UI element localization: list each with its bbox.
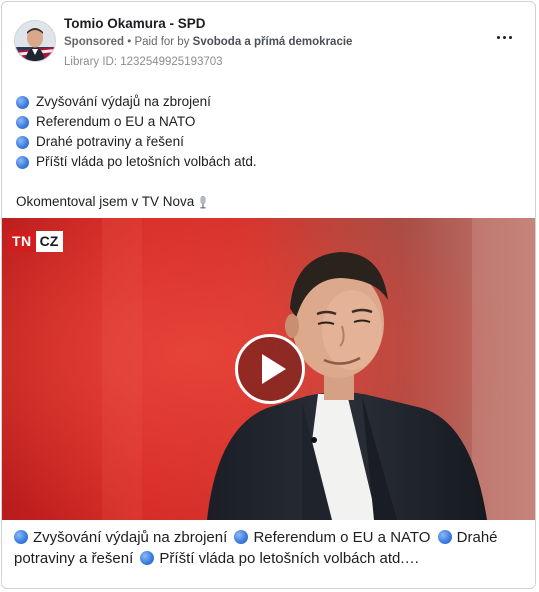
bullet-line: Referendum o EU a NATO (16, 112, 525, 132)
ad-card: Tomio Okamura - SPD Sponsored • Paid for… (1, 1, 536, 589)
blue-circle-icon (16, 155, 29, 169)
paid-for-prefix: • Paid for by (124, 36, 193, 48)
bullet-line: Příští vláda po letošních volbách atd. (16, 152, 525, 172)
microphone-icon (200, 195, 206, 208)
blue-circle-icon (16, 135, 29, 149)
page-avatar[interactable] (14, 20, 56, 62)
tn-cz-logo: TN CZ (8, 231, 64, 252)
bullet-line: Drahé potraviny a řešení (16, 132, 525, 152)
blue-circle-icon (16, 95, 29, 109)
bullet-text: Referendum o EU a NATO (36, 114, 196, 129)
comment-line: Okomentoval jsem v TV Nova (16, 192, 525, 212)
bullet-text: Zvyšování výdajů na zbrojení (36, 94, 211, 109)
caption-text: Příští vláda po letošních volbách atd.… (159, 550, 420, 567)
payer-name[interactable]: Svoboda a přímá demokracie (193, 36, 353, 48)
more-horizontal-icon[interactable] (495, 32, 515, 42)
play-icon (262, 354, 286, 384)
post-header: Tomio Okamura - SPD Sponsored • Paid for… (2, 2, 535, 74)
bullet-line: Zvyšování výdajů na zbrojení (16, 92, 525, 112)
post-body: Zvyšování výdajů na zbrojení Referendum … (16, 92, 525, 212)
bullet-text: Drahé potraviny a řešení (36, 134, 184, 149)
sponsorship-line: Sponsored • Paid for by Svoboda a přímá … (64, 36, 352, 48)
logo-cz: CZ (35, 231, 64, 252)
caption-segment: Příští vláda po letošních volbách atd.… (140, 550, 420, 567)
video-thumbnail[interactable]: TN CZ (2, 218, 535, 520)
library-id: Library ID: 1232549925193703 (64, 56, 223, 68)
blue-circle-icon (14, 530, 28, 544)
blue-circle-icon (234, 530, 249, 544)
blue-circle-icon (437, 530, 452, 544)
logo-tn: TN (8, 231, 36, 252)
blue-circle-icon (140, 551, 155, 565)
caption-text: Referendum o EU a NATO (253, 529, 431, 546)
caption-segment: Referendum o EU a NATO (234, 529, 430, 546)
caption-text: Zvyšování výdajů na zbrojení (33, 529, 228, 546)
bullet-text: Příští vláda po letošních volbách atd. (36, 154, 257, 169)
play-button[interactable] (235, 334, 305, 404)
video-caption[interactable]: Zvyšování výdajů na zbrojení Referendum … (2, 520, 535, 588)
blue-circle-icon (16, 115, 29, 129)
sponsored-label: Sponsored (64, 36, 125, 48)
page-name[interactable]: Tomio Okamura - SPD (64, 16, 206, 31)
caption-segment: Zvyšování výdajů na zbrojení (14, 529, 227, 546)
comment-text: Okomentoval jsem v TV Nova (16, 194, 195, 209)
